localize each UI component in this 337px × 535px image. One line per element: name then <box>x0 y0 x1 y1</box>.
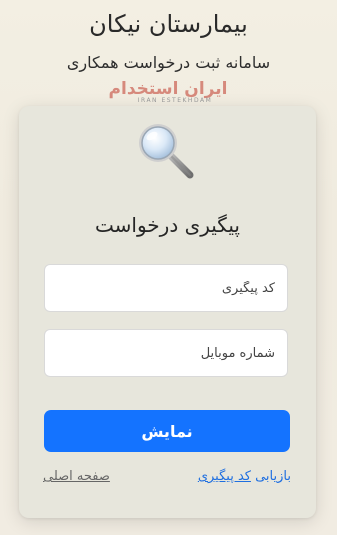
recover-link-underlined: کد پیگیری <box>197 469 251 484</box>
watermark-logo: ایران استخدام IRAN ESTEKHDAM <box>109 79 228 104</box>
mobile-number-input[interactable] <box>44 329 288 377</box>
home-page-link[interactable]: صفحه اصلی <box>43 469 110 484</box>
system-subtitle: سامانه ثبت درخواست همکاری <box>66 53 271 72</box>
recover-link-prefix: بازیابی <box>250 469 291 484</box>
recover-tracking-code-link[interactable]: بازیابی کد پیگیری <box>198 469 291 484</box>
card-title: پیگیری درخواست <box>95 213 240 237</box>
magnifier-icon <box>139 124 194 179</box>
hospital-title: بیمارستان نیکان <box>89 10 248 38</box>
tracking-card: پیگیری درخواست نمایش بازیابی کد پیگیری ص… <box>19 106 316 518</box>
svg-text:ایران استخدام: ایران استخدام <box>109 79 228 99</box>
show-button[interactable]: نمایش <box>44 410 290 452</box>
svg-text:IRAN ESTEKHDAM: IRAN ESTEKHDAM <box>138 97 213 104</box>
tracking-code-input[interactable] <box>44 264 288 312</box>
